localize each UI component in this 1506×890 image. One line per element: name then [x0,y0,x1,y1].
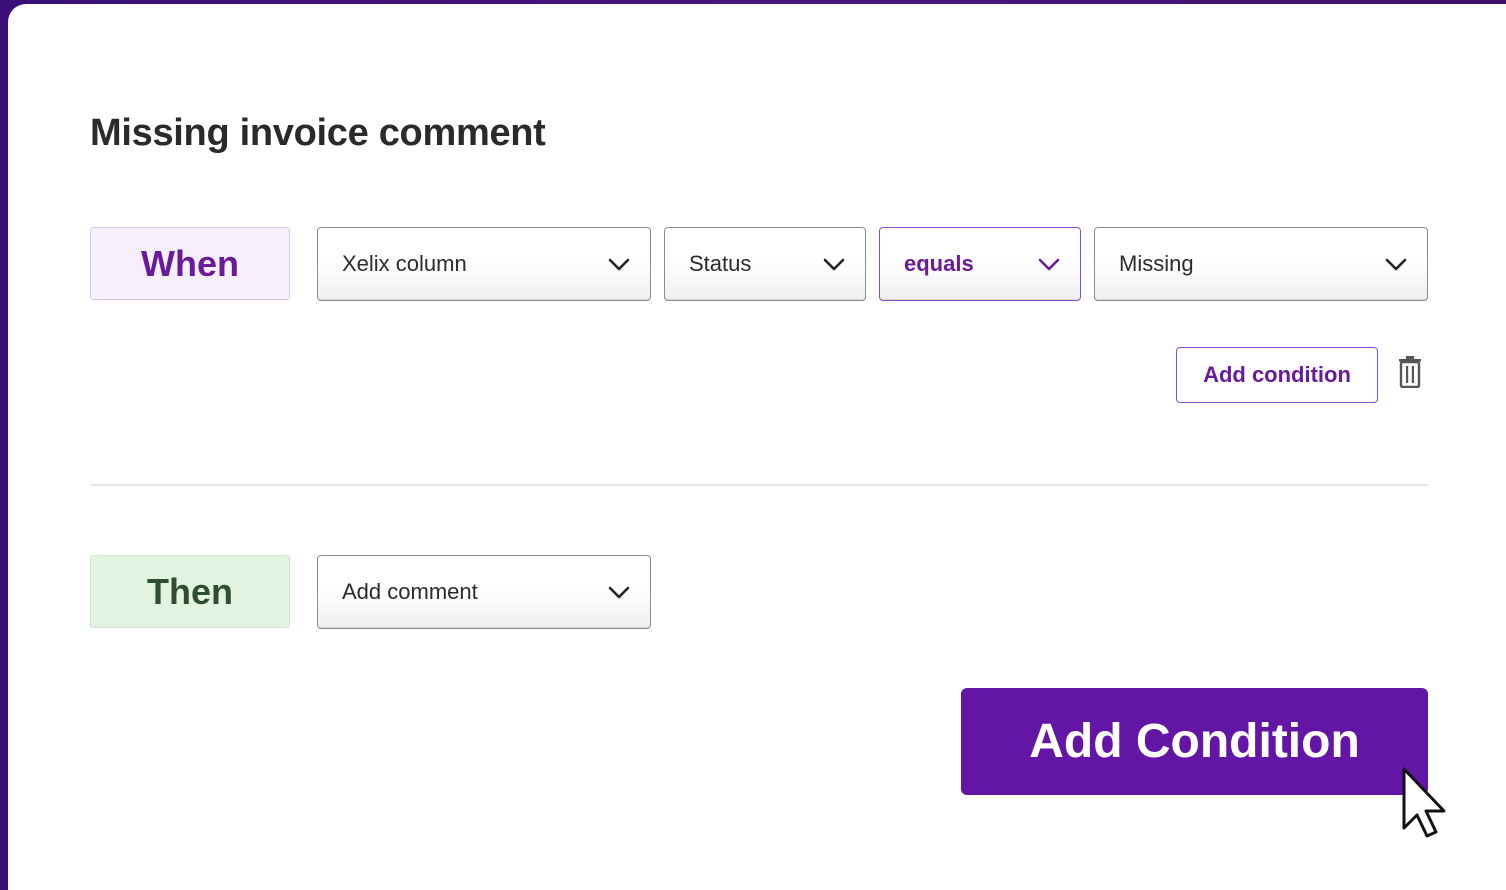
chevron-down-icon [1385,258,1407,271]
operator-select[interactable]: equals [879,227,1081,301]
chevron-down-icon [608,586,630,599]
when-label: When [90,227,290,300]
then-label: Then [90,555,290,628]
chevron-down-icon [1038,258,1060,271]
action-value: Add comment [342,579,478,604]
field-select[interactable]: Status [664,227,866,301]
chevron-down-icon [823,258,845,271]
add-condition-button[interactable]: Add condition [1176,347,1378,403]
rule-title: Missing invoice comment [90,112,546,154]
operator-value: equals [904,251,974,276]
trash-icon[interactable] [1398,356,1422,388]
value-value: Missing [1119,251,1194,276]
source-column-value: Xelix column [342,251,467,276]
mouse-cursor-icon [1402,767,1446,838]
field-value: Status [689,251,752,276]
chevron-down-icon [608,258,630,271]
source-column-select[interactable]: Xelix column [317,227,651,301]
action-select[interactable]: Add comment [317,555,651,629]
value-select[interactable]: Missing [1094,227,1428,301]
add-condition-primary-button[interactable]: Add Condition [961,688,1428,795]
rule-editor-panel: Missing invoice comment When Xelix colum… [8,4,1506,890]
section-divider [90,484,1428,486]
